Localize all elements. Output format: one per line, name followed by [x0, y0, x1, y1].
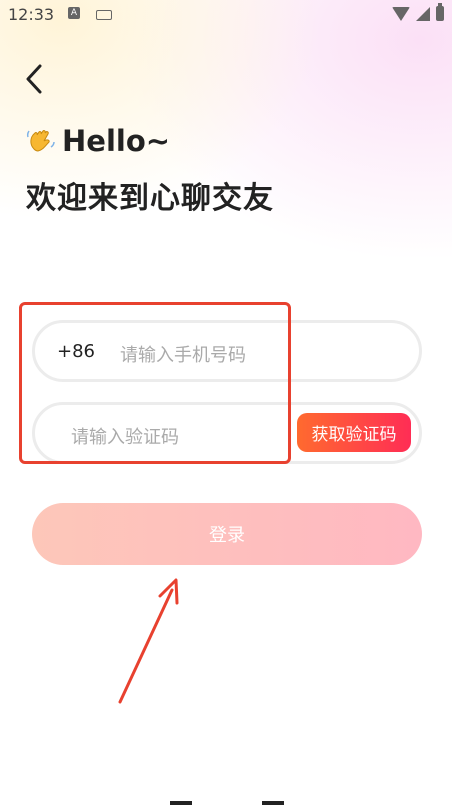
country-code[interactable]: +86 — [57, 341, 95, 362]
status-time: 12:33 — [8, 5, 55, 24]
wifi-icon — [392, 6, 410, 21]
phone-field[interactable]: +86 请输入手机号码 — [32, 320, 422, 382]
keyboard-icon — [96, 10, 112, 20]
nav-handle-icon — [170, 801, 192, 805]
back-button[interactable] — [22, 62, 50, 96]
phone-input[interactable]: 请输入手机号码 — [120, 341, 246, 367]
chevron-left-icon — [26, 64, 42, 94]
a-icon: A — [68, 7, 80, 19]
status-icons — [392, 3, 444, 21]
waving-hand-icon — [26, 130, 55, 152]
page-subtitle: 欢迎来到心聊交友 — [26, 181, 274, 216]
nav-handle-icon — [262, 801, 284, 805]
status-bar: 12:33 A — [0, 0, 452, 30]
greeting-text: Hello~ — [62, 124, 171, 158]
login-button[interactable]: 登录 — [32, 503, 422, 565]
signal-icon — [416, 6, 430, 21]
code-input[interactable]: 请输入验证码 — [71, 423, 179, 449]
get-code-button[interactable]: 获取验证码 — [297, 413, 411, 452]
greeting-title: Hello~ — [26, 124, 170, 158]
battery-icon — [436, 3, 444, 21]
navigation-bar — [0, 797, 452, 805]
